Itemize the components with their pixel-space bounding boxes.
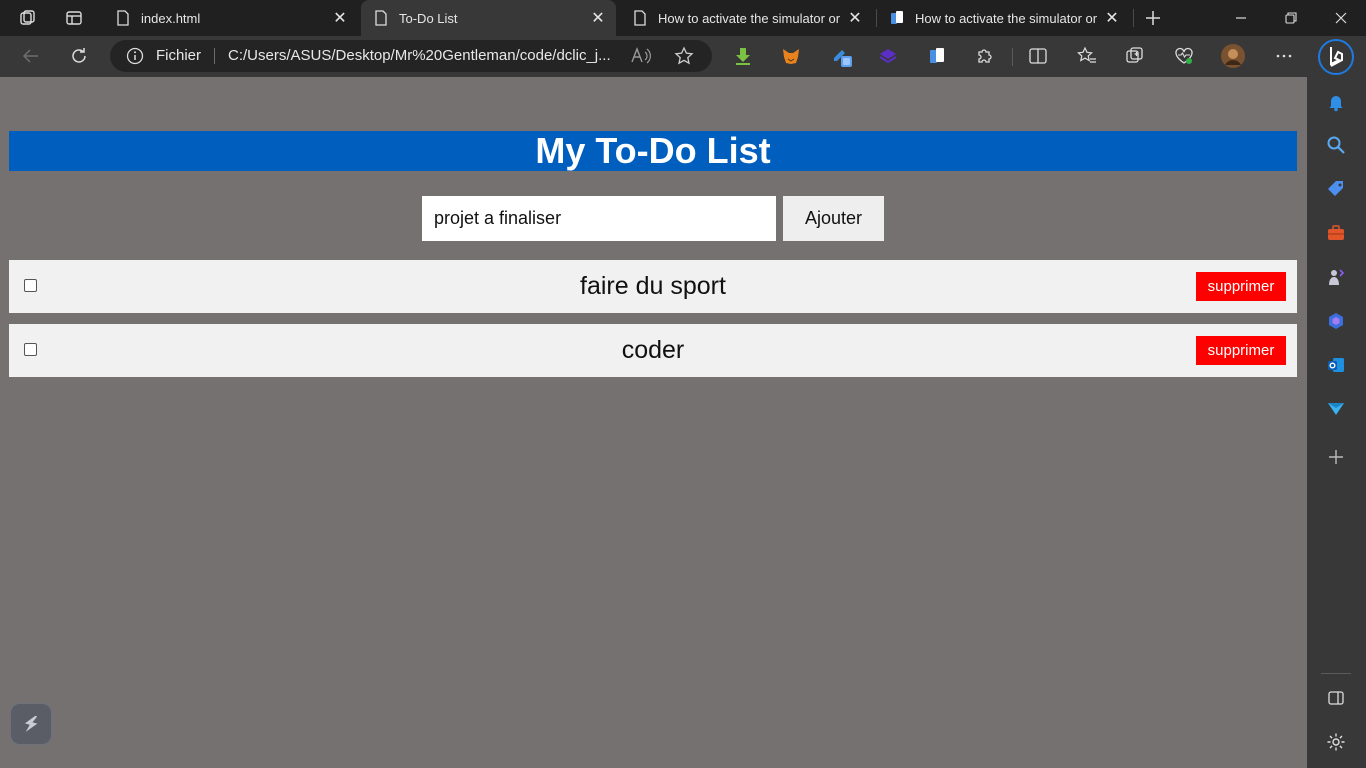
profile-avatar[interactable] bbox=[1217, 40, 1249, 72]
workspaces-icon[interactable] bbox=[13, 3, 43, 33]
download-extension-icon[interactable] bbox=[727, 40, 759, 72]
collections-icon[interactable] bbox=[1119, 40, 1151, 72]
games-chess-icon[interactable] bbox=[1321, 262, 1351, 292]
file-icon bbox=[373, 10, 389, 26]
delete-task-button[interactable]: supprimer bbox=[1196, 336, 1286, 365]
task-item: faire du sport supprimer bbox=[9, 260, 1297, 313]
tab-actions-icon[interactable] bbox=[59, 3, 89, 33]
address-url[interactable]: C:/Users/ASUS/Desktop/Mr%20Gentleman/cod… bbox=[228, 47, 616, 64]
tab-simulator-1[interactable]: How to activate the simulator or ✕ bbox=[620, 0, 873, 36]
task-item: coder supprimer bbox=[9, 324, 1297, 377]
search-icon[interactable] bbox=[1321, 130, 1351, 160]
browser-toolbar: Fichier C:/Users/ASUS/Desktop/Mr%20Gentl… bbox=[0, 36, 1366, 77]
tab-strip: index.html ✕ To-Do List ✕ How to activat… bbox=[0, 0, 1366, 36]
notification-bell-icon[interactable] bbox=[1321, 87, 1351, 117]
task-text: faire du sport bbox=[580, 272, 726, 300]
browser-sidebar bbox=[1307, 77, 1366, 768]
extensions-puzzle-icon[interactable] bbox=[969, 40, 1001, 72]
hide-sidebar-icon[interactable] bbox=[1321, 683, 1351, 713]
close-icon[interactable]: ✕ bbox=[843, 6, 867, 30]
sidebar-divider bbox=[1321, 673, 1351, 674]
minimize-icon[interactable] bbox=[1216, 0, 1266, 36]
task-text: coder bbox=[621, 336, 685, 364]
lightning-widget-icon[interactable] bbox=[10, 703, 52, 745]
outlook-icon[interactable] bbox=[1321, 350, 1351, 380]
browser-essentials-icon[interactable] bbox=[1168, 40, 1200, 72]
shopping-tag-icon[interactable] bbox=[1321, 174, 1351, 204]
split-screen-icon[interactable] bbox=[1022, 40, 1054, 72]
delete-task-button[interactable]: supprimer bbox=[1196, 272, 1286, 301]
toolbar-separator bbox=[1012, 48, 1013, 66]
address-divider bbox=[214, 48, 215, 64]
close-icon[interactable]: ✕ bbox=[328, 6, 352, 30]
close-icon[interactable]: ✕ bbox=[1100, 6, 1124, 30]
refresh-icon[interactable] bbox=[63, 40, 95, 72]
document-extension-icon[interactable] bbox=[921, 40, 953, 72]
tab-title: To-Do List bbox=[399, 10, 458, 26]
add-task-button[interactable]: Ajouter bbox=[783, 196, 884, 241]
microsoft-365-icon[interactable] bbox=[1321, 306, 1351, 336]
close-icon[interactable]: ✕ bbox=[586, 6, 610, 30]
address-bar[interactable]: Fichier C:/Users/ASUS/Desktop/Mr%20Gentl… bbox=[110, 40, 712, 72]
metamask-fox-icon[interactable] bbox=[775, 40, 807, 72]
send-plane-icon[interactable] bbox=[1321, 394, 1351, 424]
tab-index-html[interactable]: index.html ✕ bbox=[103, 0, 358, 36]
more-options-icon[interactable] bbox=[1268, 40, 1300, 72]
read-aloud-icon[interactable] bbox=[630, 46, 652, 66]
back-arrow-icon[interactable] bbox=[15, 40, 47, 72]
task-input[interactable] bbox=[422, 196, 776, 241]
tab-todo-list[interactable]: To-Do List ✕ bbox=[361, 0, 616, 36]
address-protocol-label: Fichier bbox=[156, 47, 202, 64]
favorite-star-icon[interactable] bbox=[674, 46, 694, 66]
tab-simulator-2[interactable]: How to activate the simulator or ✕ bbox=[877, 0, 1130, 36]
tab-title: How to activate the simulator or bbox=[915, 10, 1098, 26]
file-icon bbox=[115, 10, 131, 26]
favorites-list-icon[interactable] bbox=[1071, 40, 1103, 72]
new-tab-icon[interactable] bbox=[1139, 4, 1167, 32]
info-icon[interactable] bbox=[126, 47, 144, 65]
add-sidebar-app-icon[interactable] bbox=[1321, 442, 1351, 472]
settings-gear-icon[interactable] bbox=[1321, 727, 1351, 757]
layers-extension-icon[interactable] bbox=[872, 40, 904, 72]
file-icon bbox=[632, 10, 648, 26]
page-viewport: My To-Do List Ajouter faire du sport sup… bbox=[0, 77, 1307, 768]
tab-separator bbox=[1133, 9, 1134, 27]
pencil-extension-icon[interactable] bbox=[826, 40, 858, 72]
tab-title: How to activate the simulator or bbox=[658, 10, 841, 26]
restore-icon[interactable] bbox=[1266, 0, 1316, 36]
close-window-icon[interactable] bbox=[1316, 0, 1366, 36]
tools-briefcase-icon[interactable] bbox=[1321, 218, 1351, 248]
page-title: My To-Do List bbox=[9, 131, 1297, 171]
tab-title: index.html bbox=[141, 10, 201, 26]
bing-copilot-icon[interactable] bbox=[1317, 38, 1355, 76]
document-app-icon bbox=[889, 10, 905, 26]
